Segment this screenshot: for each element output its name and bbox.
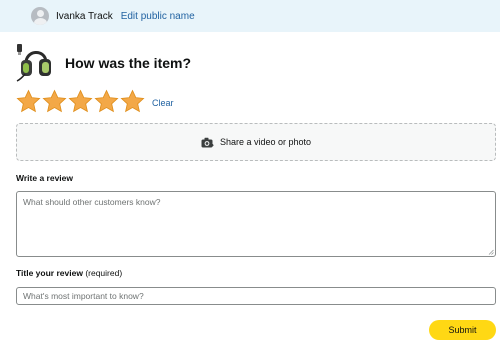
title-label: Title your review (required) (16, 268, 122, 278)
title-required-note: (required) (85, 268, 123, 278)
share-media-label: Share a video or photo (219, 137, 312, 147)
submit-button[interactable]: Submit (429, 320, 496, 340)
review-label: Write a review (16, 173, 74, 183)
star-1-icon[interactable] (16, 89, 41, 114)
star-3-icon[interactable] (68, 89, 93, 114)
title-label-text: Title your review (16, 268, 83, 278)
user-name: Ivanka Track (56, 10, 113, 22)
star-5-icon[interactable] (120, 89, 145, 114)
share-media-dropzone[interactable]: Share a video or photo (16, 123, 496, 161)
camera-icon (201, 137, 214, 147)
clear-rating-link[interactable]: Clear (152, 98, 174, 108)
resize-grip-icon[interactable] (488, 249, 494, 255)
review-title-input[interactable] (16, 287, 496, 305)
edit-public-name-link[interactable]: Edit public name (121, 11, 195, 22)
star-rating: Clear (16, 89, 174, 114)
avatar (31, 7, 49, 25)
star-4-icon[interactable] (94, 89, 119, 114)
product-row: How was the item? (15, 40, 191, 85)
public-name-bar: Ivanka Track Edit public name (0, 0, 500, 32)
star-2-icon[interactable] (42, 89, 67, 114)
headset-product-image (16, 43, 51, 82)
rating-question: How was the item? (65, 54, 192, 71)
review-textarea[interactable] (16, 191, 496, 257)
